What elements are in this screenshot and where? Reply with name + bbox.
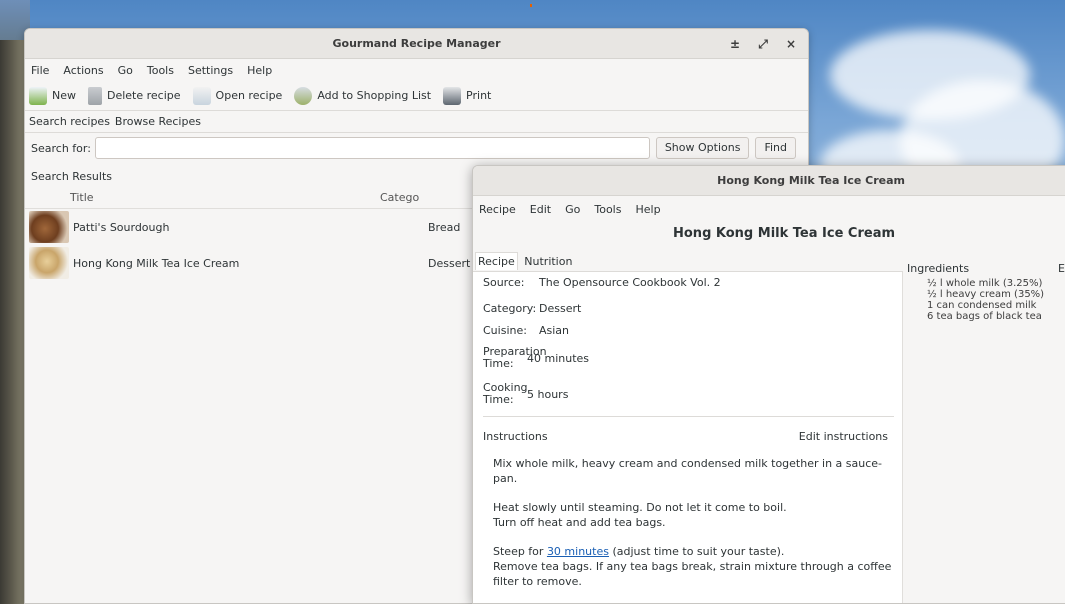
prep-time-label: Preparation Time: [483, 345, 547, 370]
open-label: Open recipe [215, 89, 283, 102]
menu-help[interactable]: Help [635, 203, 660, 216]
add-to-shopping-list-button[interactable]: Add to Shopping List [294, 86, 432, 105]
recipe-heading: Hong Kong Milk Tea Ice Cream [673, 226, 896, 241]
close-icon[interactable]: × [781, 34, 801, 54]
divider [483, 416, 894, 417]
row-title: Hong Kong Milk Tea Ice Cream [73, 256, 240, 270]
main-tabs: Search recipes Browse Recipes [25, 111, 808, 133]
recipe-tabs: Recipe Nutrition [473, 252, 903, 272]
cooking-time-field: Cooking Time: 5 hours [483, 380, 568, 408]
row-category: Dessert [428, 256, 471, 270]
shopping-label: Add to Shopping List [317, 89, 432, 102]
recipe-thumbnail [29, 247, 69, 279]
open-recipe-icon [192, 86, 211, 105]
instruction-line: Steep for [493, 545, 547, 558]
printer-icon [443, 86, 462, 105]
row-title: Patti's Sourdough [73, 220, 170, 234]
cuisine-value: Asian [539, 324, 570, 337]
tab-nutrition[interactable]: Nutrition [524, 255, 572, 268]
ingredient-item: 1 can condensed milk [927, 300, 1037, 311]
delete-label: Delete recipe [107, 89, 181, 102]
recipe-menubar: Recipe Edit Go Tools Help [473, 198, 1065, 220]
tab-browse-recipes[interactable]: Browse Recipes [115, 115, 201, 128]
main-toolbar: New Delete recipe Open recipe Add to Sho… [25, 81, 808, 111]
find-button[interactable]: Find [755, 137, 796, 159]
row-category: Bread [428, 220, 461, 234]
tab-recipe[interactable]: Recipe [475, 252, 518, 270]
cooking-time-label: Cooking Time: [483, 381, 528, 406]
column-title[interactable]: Title [25, 191, 380, 204]
instructions-text: Mix whole milk, heavy cream and condense… [493, 456, 893, 603]
show-options-button[interactable]: Show Options [655, 137, 750, 159]
tab-search-recipes[interactable]: Search recipes [29, 115, 110, 128]
cooking-time-value: 5 hours [527, 387, 569, 401]
column-category[interactable]: Catego [380, 191, 419, 204]
search-row: Search for: Show Options Find [25, 133, 808, 163]
menu-go[interactable]: Go [118, 64, 133, 77]
source-label: Source: [483, 275, 525, 289]
cuisine-field: Cuisine: Asian [483, 324, 569, 337]
shopping-cart-icon [294, 86, 313, 105]
cuisine-label: Cuisine: [483, 323, 527, 337]
main-menubar: File Actions Go Tools Settings Help [25, 59, 808, 81]
minimize-icon[interactable]: ± [725, 34, 745, 54]
instruction-line: Turn off heat and add tea bags. [493, 516, 666, 529]
menu-go[interactable]: Go [565, 203, 580, 216]
ingredients-panel: Ingredients E ½ l whole milk (3.25%) ½ l… [903, 256, 1065, 603]
source-field: Source: The Opensource Cookbook Vol. 2 [483, 276, 721, 289]
timer-link[interactable]: 30 minutes [547, 545, 609, 558]
search-input[interactable] [94, 137, 650, 159]
prep-time-value: 40 minutes [527, 351, 590, 365]
ingredients-edit-partial[interactable]: E [1058, 262, 1065, 275]
menu-actions[interactable]: Actions [63, 64, 103, 77]
trash-icon [88, 86, 102, 105]
menu-recipe[interactable]: Recipe [479, 203, 516, 216]
category-field: Category: Dessert [483, 302, 581, 315]
category-label: Category: [483, 301, 537, 315]
menu-edit[interactable]: Edit [530, 203, 551, 216]
print-label: Print [466, 89, 492, 102]
menu-tools[interactable]: Tools [147, 64, 174, 77]
indicator-dot [530, 4, 532, 7]
open-recipe-button[interactable]: Open recipe [192, 86, 283, 105]
edit-instructions-button[interactable]: Edit instructions [799, 430, 888, 443]
new-button[interactable]: New [29, 86, 76, 105]
delete-recipe-button[interactable]: Delete recipe [88, 86, 181, 105]
recipe-titlebar[interactable]: Hong Kong Milk Tea Ice Cream [473, 166, 1065, 196]
instruction-line: Remove tea bags. If any tea bags break, … [493, 560, 892, 588]
ingredient-item: ½ l whole milk (3.25%) [927, 278, 1043, 289]
ingredient-item: ½ l heavy cream (35%) [927, 289, 1045, 300]
source-value: The Opensource Cookbook Vol. 2 [539, 276, 721, 289]
ingredients-label: Ingredients [907, 262, 970, 275]
main-titlebar[interactable]: Gourmand Recipe Manager ± ⤢ × [25, 29, 808, 59]
menu-file[interactable]: File [31, 64, 49, 77]
recipe-details-panel: Source: The Opensource Cookbook Vol. 2 C… [473, 272, 903, 603]
instruction-step: Mix whole milk, heavy cream and condense… [493, 457, 882, 485]
main-window-title: Gourmand Recipe Manager [332, 37, 501, 50]
instruction-step: Heat slowly until steaming. Do not let i… [493, 500, 893, 530]
category-value: Dessert [539, 302, 582, 315]
instruction-step: Steep for 30 minutes (adjust time to sui… [493, 544, 893, 589]
ingredients-list: ½ l whole milk (3.25%) ½ l heavy cream (… [927, 278, 1044, 322]
menu-settings[interactable]: Settings [188, 64, 233, 77]
new-label: New [52, 89, 76, 102]
maximize-icon[interactable]: ⤢ [753, 34, 773, 54]
recipe-thumbnail [29, 211, 69, 243]
instructions-label: Instructions [483, 430, 548, 443]
new-recipe-icon [29, 86, 47, 105]
search-label: Search for: [31, 141, 91, 155]
instruction-line: Heat slowly until steaming. Do not let i… [493, 501, 787, 514]
recipe-window-title: Hong Kong Milk Tea Ice Cream [717, 174, 905, 187]
ingredient-item: 6 tea bags of black tea [927, 311, 1042, 322]
menu-help[interactable]: Help [247, 64, 272, 77]
menu-tools[interactable]: Tools [594, 203, 621, 216]
instruction-line: (adjust time to suit your taste). [608, 545, 785, 558]
prep-time-field: Preparation Time: 40 minutes [483, 344, 589, 372]
recipe-window: Hong Kong Milk Tea Ice Cream Recipe Edit… [472, 165, 1065, 604]
print-button[interactable]: Print [443, 86, 492, 105]
